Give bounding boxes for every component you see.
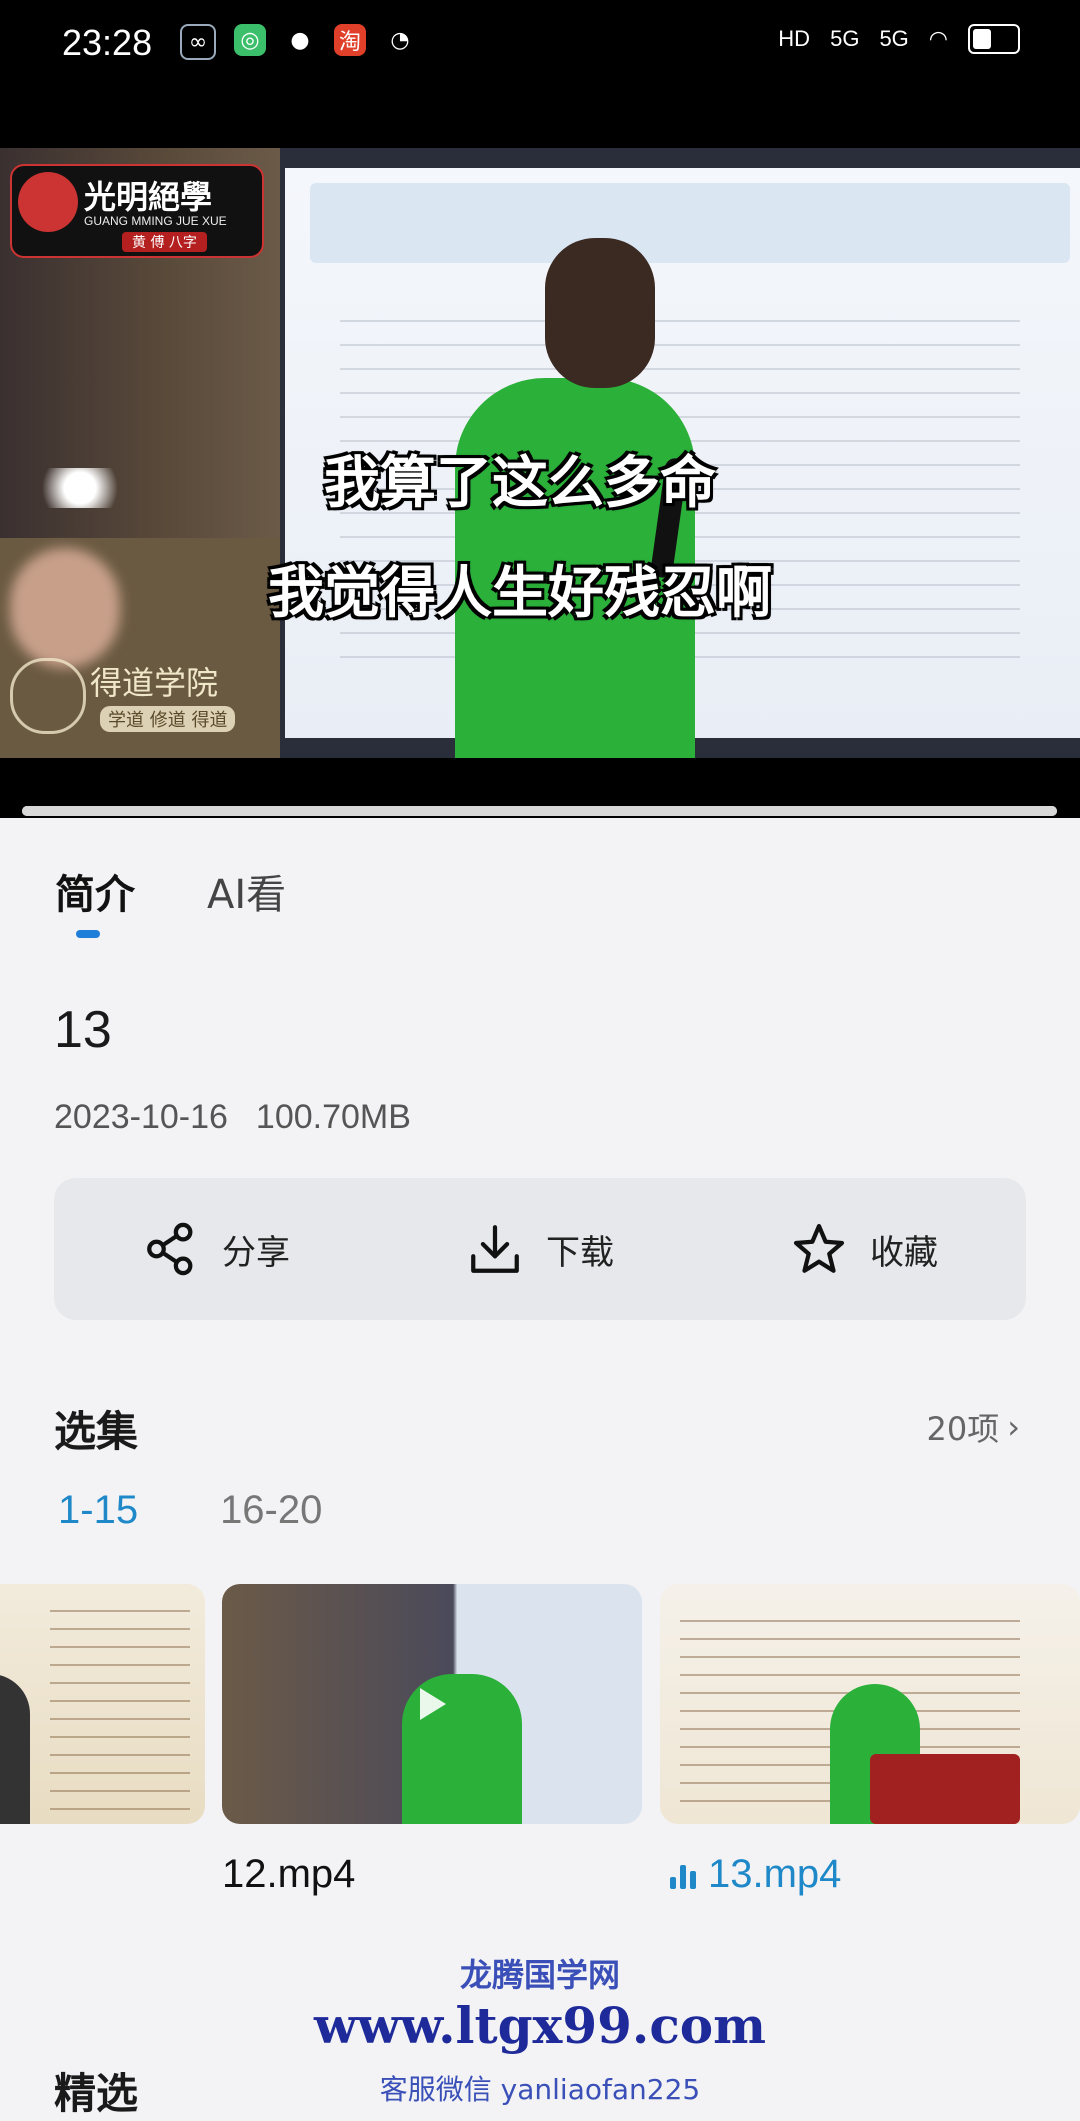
status-bar: 23:28 ∞ ◎ ● 淘 ◔ HD 5G 5G ◠ xyxy=(0,0,1080,148)
logo-subtitle: GUANG MMING JUE XUE xyxy=(84,214,227,228)
tab-ai-watch[interactable]: AI看 xyxy=(207,862,286,920)
site-watermark-url: www.ltgx99.com xyxy=(313,1996,767,2055)
notification-icons: ∞ ◎ ● 淘 ◔ xyxy=(180,24,416,60)
video-progress-bar[interactable] xyxy=(22,806,1057,816)
channel-logo: 光明絕學 GUANG MMING JUE XUE 黄 傅 八字 xyxy=(10,164,264,258)
sync-icon: ◔ xyxy=(390,27,410,53)
video-watermark: 得道学院 学道 修道 得道 xyxy=(10,658,250,738)
hd-icon: HD xyxy=(778,26,811,51)
tab-intro[interactable]: 简介 xyxy=(55,862,135,920)
detail-tabs: 简介 AI看 xyxy=(55,862,286,920)
download-label: 下载 xyxy=(546,1232,614,1273)
video-meta: 2023-10-16 100.70MB xyxy=(54,1098,411,1137)
video-board-header xyxy=(310,183,1070,263)
thumb-desk xyxy=(870,1754,1020,1824)
range-tab-16-20[interactable]: 16-20 xyxy=(220,1488,322,1533)
action-bar: 分享 下载 收藏 xyxy=(54,1178,1026,1320)
favorite-button[interactable]: 收藏 xyxy=(702,1178,1026,1320)
video-subtitle-line2: 我觉得人生好残忍啊 xyxy=(268,561,772,626)
episode-range-tabs: 1-15 16-20 xyxy=(58,1488,322,1533)
share-icon xyxy=(147,1222,193,1276)
download-button[interactable]: 下载 xyxy=(378,1178,702,1320)
chat-app-icon: ◎ xyxy=(234,24,266,56)
logo-title: 光明絕學 xyxy=(84,178,213,216)
chevron-right-icon: › xyxy=(1007,1408,1020,1446)
episode-label-13-text: 13.mp4 xyxy=(708,1852,842,1896)
featured-title: 精选 xyxy=(54,2069,139,2118)
video-title: 13 xyxy=(54,1001,112,1059)
episodes-count-link[interactable]: 20项 › xyxy=(926,1404,1020,1450)
message-icon: ● xyxy=(290,27,310,53)
episode-label-12[interactable]: 12.mp4 xyxy=(222,1852,355,1897)
site-watermark-name: 龙腾国学网 xyxy=(459,1956,620,1994)
signal-5g-2-icon: 5G xyxy=(879,26,909,51)
share-button[interactable]: 分享 xyxy=(54,1178,378,1320)
watermark-subtitle: 学道 修道 得道 xyxy=(100,706,236,732)
favorite-label: 收藏 xyxy=(870,1232,938,1273)
video-subtitle-line1: 我算了这么多命 xyxy=(324,451,716,516)
share-label: 分享 xyxy=(222,1232,290,1273)
video-player[interactable]: 光明絕學 GUANG MMING JUE XUE 黄 傅 八字 我算了这么多命 … xyxy=(0,148,1080,758)
watermark-emblem xyxy=(10,658,86,734)
battery-icon xyxy=(968,24,1020,54)
logo-tag: 黄 傅 八字 xyxy=(122,232,207,252)
tab-active-indicator xyxy=(76,930,100,938)
download-icon xyxy=(471,1225,519,1273)
episode-label-13[interactable]: 13.mp4 xyxy=(670,1852,841,1897)
episode-thumb-11[interactable] xyxy=(0,1584,205,1824)
wifi-icon: ◠ xyxy=(928,26,948,51)
episode-thumb-13[interactable] xyxy=(660,1584,1080,1824)
episode-thumb-12[interactable] xyxy=(222,1584,642,1824)
range-tab-1-15[interactable]: 1-15 xyxy=(58,1488,138,1533)
episode-thumbnails xyxy=(0,1584,1080,1824)
thumb-chart xyxy=(50,1594,190,1814)
video-speaker-head xyxy=(545,238,655,388)
signal-5g-icon: 5G xyxy=(830,26,860,51)
star-icon xyxy=(793,1223,845,1273)
video-size: 100.70MB xyxy=(255,1098,411,1136)
system-icons: HD 5G 5G ◠ xyxy=(778,24,1020,54)
play-icon xyxy=(420,1688,446,1720)
episodes-title: 选集 xyxy=(54,1407,139,1456)
logo-avatar xyxy=(18,172,78,232)
app-notification-icon: ∞ xyxy=(180,24,216,60)
status-time: 23:28 xyxy=(62,22,153,63)
site-watermark-contact: 客服微信 yanliaofan225 xyxy=(379,2073,701,2106)
now-playing-icon xyxy=(670,1861,696,1889)
thumb-person xyxy=(0,1674,30,1824)
watermark-title: 得道学院 xyxy=(90,664,219,702)
video-progress-fill xyxy=(22,806,1057,816)
taobao-icon: 淘 xyxy=(334,24,366,56)
video-date: 2023-10-16 xyxy=(54,1098,228,1136)
episodes-count: 20项 xyxy=(926,1410,1000,1448)
